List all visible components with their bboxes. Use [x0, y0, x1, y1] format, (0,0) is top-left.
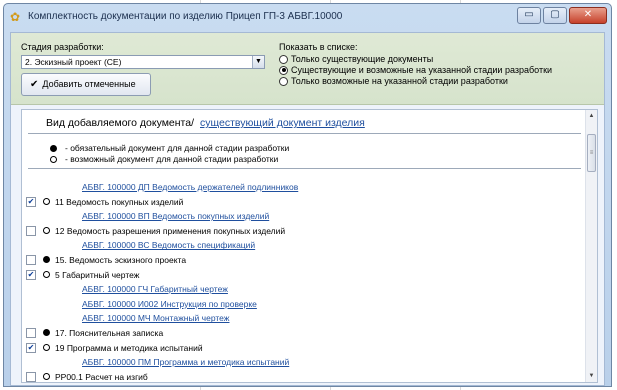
document-link[interactable]: АБВГ. 100000 ГЧ Габаритный чертеж [82, 284, 228, 294]
add-selected-label: Добавить отмеченные [42, 79, 136, 89]
hollow-circle-icon [50, 155, 57, 163]
row-checkbox[interactable]: ✔ [26, 342, 36, 353]
stage-label: Стадия разработки: [21, 42, 104, 52]
radio-button[interactable] [279, 65, 288, 75]
row-checkbox[interactable] [26, 371, 36, 382]
documentation-window: ✿ Комплектность документации по изделию … [3, 3, 612, 387]
list-rows: АБВГ. 100000 ДП Ведомость держателей под… [22, 180, 585, 382]
stage-select[interactable]: 2. Эскизный проект (СЕ) ▼ [21, 55, 265, 69]
radio-existing-and-possible[interactable]: Существующие и возможные на указанной ст… [279, 65, 552, 75]
header-document-type: Вид добавляемого документа/ [46, 117, 195, 129]
filled-circle-icon [43, 256, 50, 264]
hollow-circle-icon [43, 373, 50, 381]
document-type-label: 11 Ведомость покупных изделий [55, 196, 184, 207]
stage-select-value: 2. Эскизный проект (СЕ) [25, 57, 122, 67]
row-checkbox[interactable]: ✔ [26, 196, 36, 207]
filled-circle-icon [43, 329, 50, 337]
document-type-label: 15. Ведомость эскизного проекта [55, 254, 187, 265]
document-type-row[interactable]: ✔ 19 Программа и методика испытаний [22, 341, 585, 356]
hollow-circle-icon [43, 271, 50, 279]
document-type-row[interactable]: ✔ 11 Ведомость покупных изделий [22, 195, 585, 210]
legend-required-text: - обязательный документ для данной стади… [65, 143, 290, 153]
document-link[interactable]: АБВГ. 100000 ДП Ведомость держателей под… [82, 182, 298, 192]
legend-possible-text: - возможный документ для данной стадии р… [65, 154, 279, 164]
row-checkbox[interactable]: ✔ [26, 269, 36, 280]
document-link[interactable]: АБВГ. 100000 МЧ Монтажный чертеж [82, 313, 229, 323]
window-client: Стадия разработки: 2. Эскизный проект (С… [10, 32, 605, 386]
radio-possible-only[interactable]: Только возможные на указанной стадии раз… [279, 76, 508, 86]
document-type-row[interactable]: 12 Ведомость разрешения применения покуп… [22, 224, 585, 239]
radio-button[interactable] [279, 76, 288, 86]
existing-document-row[interactable]: АБВГ. 100000 ВП Ведомость покупных издел… [22, 209, 585, 224]
scroll-thumb[interactable]: ≡ [587, 134, 596, 172]
title-bar[interactable]: ✿ Комплектность документации по изделию … [4, 4, 611, 30]
hollow-circle-icon [43, 344, 50, 352]
show-in-list-label: Показать в списке: [279, 42, 358, 52]
document-type-label: 5 Габаритный чертеж [55, 269, 140, 280]
window-controls: ▭ ▢ ✕ [517, 7, 607, 24]
document-type-row[interactable]: PP00.1 Расчет на изгиб [22, 370, 585, 382]
scroll-up-icon[interactable]: ▲ [586, 110, 597, 122]
radio-button[interactable] [279, 54, 288, 64]
document-link[interactable]: АБВГ. 100000 ВП Ведомость покупных издел… [82, 211, 269, 221]
vertical-scrollbar[interactable]: ▲ ≡ ▼ [585, 110, 597, 382]
document-type-label: 17. Пояснительная записка [55, 327, 164, 338]
document-type-label: 19 Программа и методика испытаний [55, 342, 203, 353]
scroll-down-icon[interactable]: ▼ [586, 370, 597, 382]
existing-document-row[interactable]: АБВГ. 100000 ВС Ведомость спецификаций [22, 238, 585, 253]
checkmark-icon: ✔ [30, 79, 39, 90]
close-button[interactable]: ✕ [569, 7, 607, 24]
radio-label: Только существующие документы [291, 54, 434, 64]
existing-document-row[interactable]: АБВГ. 100000 ДП Ведомость держателей под… [22, 180, 585, 195]
document-list[interactable]: Вид добавляемого документа/существующий … [21, 109, 598, 383]
hollow-circle-icon [43, 198, 50, 206]
add-selected-button[interactable]: ✔ Добавить отмеченные [21, 73, 151, 96]
chevron-down-icon[interactable]: ▼ [252, 56, 264, 68]
window-title: Комплектность документации по изделию Пр… [28, 11, 343, 22]
row-checkbox[interactable] [26, 327, 36, 338]
filled-circle-icon [50, 144, 57, 152]
list-header: Вид добавляемого документа/существующий … [22, 110, 585, 178]
document-link[interactable]: АБВГ. 100000 ВС Ведомость спецификаций [82, 240, 255, 250]
header-divider [28, 133, 581, 134]
legend-possible: - возможный документ для данной стадии р… [50, 154, 278, 164]
row-checkbox[interactable] [26, 254, 36, 265]
radio-existing-only[interactable]: Только существующие документы [279, 54, 433, 64]
radio-label: Существующие и возможные на указанной ст… [291, 65, 553, 75]
existing-document-row[interactable]: АБВГ. 100000 МЧ Монтажный чертеж [22, 311, 585, 326]
existing-document-row[interactable]: АБВГ. 100000 И002 Инструкция по проверке [22, 297, 585, 312]
document-link[interactable]: АБВГ. 100000 ПМ Программа и методика исп… [82, 357, 289, 367]
legend-required: - обязательный документ для данной стади… [50, 143, 289, 153]
document-type-row[interactable]: 15. Ведомость эскизного проекта [22, 253, 585, 268]
header-existing-document-link[interactable]: существующий документ изделия [200, 117, 365, 129]
document-type-label: 12 Ведомость разрешения применения покуп… [55, 225, 286, 236]
hollow-circle-icon [43, 227, 50, 235]
document-link[interactable]: АБВГ. 100000 И002 Инструкция по проверке [82, 299, 257, 309]
existing-document-row[interactable]: АБВГ. 100000 ПМ Программа и методика исп… [22, 355, 585, 370]
filter-panel: Стадия разработки: 2. Эскизный проект (С… [11, 33, 604, 105]
document-type-row[interactable]: ✔ 5 Габаритный чертеж [22, 268, 585, 283]
radio-label: Только возможные на указанной стадии раз… [291, 76, 508, 86]
minimize-button[interactable]: ▭ [517, 7, 541, 24]
legend-divider [28, 168, 581, 169]
row-checkbox[interactable] [26, 225, 36, 236]
app-icon: ✿ [10, 10, 21, 24]
document-type-label: PP00.1 Расчет на изгиб [55, 371, 148, 382]
list-header-title: Вид добавляемого документа/существующий … [46, 117, 365, 129]
maximize-button[interactable]: ▢ [543, 7, 567, 24]
existing-document-row[interactable]: АБВГ. 100000 ГЧ Габаритный чертеж [22, 282, 585, 297]
document-type-row[interactable]: 17. Пояснительная записка [22, 326, 585, 341]
